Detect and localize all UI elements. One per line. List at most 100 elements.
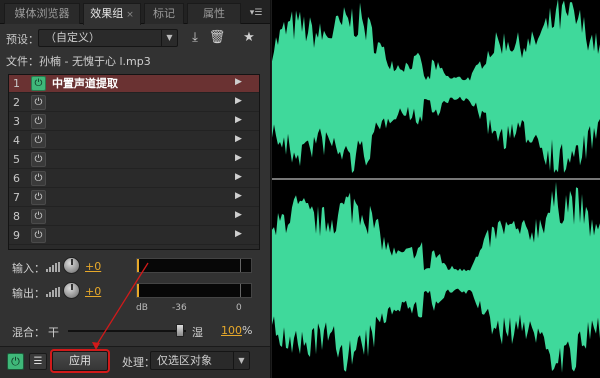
effect-slot[interactable]: 3 ⏻ ▶: [9, 113, 259, 131]
panel-tab-bar: 媒体浏览器 效果组 × 标记 属性 ▾☰: [0, 0, 270, 25]
meter-scale: dB -36 0: [136, 303, 252, 315]
tab-properties[interactable]: 属性: [187, 3, 241, 24]
mix-value[interactable]: 100: [221, 324, 242, 337]
effect-slot[interactable]: 7 ⏻ ▶: [9, 189, 259, 207]
slot-effect-name[interactable]: [52, 190, 232, 206]
power-icon[interactable]: ⏻: [31, 76, 46, 91]
slot-number: 7: [13, 191, 20, 204]
dry-label: 干: [48, 326, 59, 339]
play-arrow-icon[interactable]: ▶: [235, 210, 245, 220]
mix-percent-sign: %: [242, 324, 253, 337]
slot-effect-name[interactable]: [52, 209, 232, 225]
tab-markers-label: 标记: [153, 7, 175, 20]
level-bars-icon: [46, 262, 60, 272]
play-arrow-icon[interactable]: ▶: [235, 191, 245, 201]
preset-row: 预设： （自定义） ▼ ⤓ 🗑 ★: [0, 26, 270, 50]
slot-number: 8: [13, 210, 20, 223]
effect-slot[interactable]: 9 ⏻ ▶: [9, 227, 259, 245]
mix-slider-track[interactable]: [68, 330, 186, 332]
waveform-channel: [272, 0, 600, 173]
trash-icon[interactable]: 🗑: [208, 30, 226, 46]
slot-number: 4: [13, 134, 20, 147]
wet-label: 湿: [192, 326, 203, 339]
play-arrow-icon[interactable]: ▶: [235, 134, 245, 144]
power-icon[interactable]: ⏻: [31, 190, 46, 205]
slot-effect-name[interactable]: [52, 114, 232, 130]
slot-effect-name[interactable]: [52, 171, 232, 187]
input-gain-value[interactable]: +0: [85, 260, 101, 273]
apply-button[interactable]: 应用: [50, 349, 110, 373]
process-value: 仅选区对象: [157, 354, 212, 367]
play-arrow-icon[interactable]: ▶: [235, 77, 245, 87]
tab-markers[interactable]: 标记: [144, 3, 184, 24]
close-icon[interactable]: ×: [126, 10, 134, 20]
play-arrow-icon[interactable]: ▶: [235, 96, 245, 106]
effect-slot-list: 1 ⏻ 中置声道提取 ▶ 2 ⏻ ▶ 3 ⏻ ▶ 4 ⏻ ▶ 5 ⏻ ▶ 6 ⏻…: [8, 74, 260, 250]
input-label: 输入：: [12, 262, 45, 275]
chevron-down-icon: ▼: [233, 352, 249, 369]
effect-slot[interactable]: 4 ⏻ ▶: [9, 132, 259, 150]
effect-slot[interactable]: 6 ⏻ ▶: [9, 170, 259, 188]
waveform-display[interactable]: [272, 0, 600, 378]
tab-effects-rack[interactable]: 效果组 ×: [83, 3, 141, 25]
tab-media-browser-label: 媒体浏览器: [14, 7, 70, 20]
channel-divider: [272, 178, 600, 180]
slot-effect-name[interactable]: 中置声道提取: [52, 76, 232, 92]
preset-value: （自定义）: [45, 31, 100, 44]
preset-label: 预设：: [6, 33, 39, 46]
slot-number: 6: [13, 172, 20, 185]
slot-number: 1: [13, 77, 20, 90]
star-icon[interactable]: ★: [240, 30, 258, 46]
slot-effect-name[interactable]: [52, 133, 232, 149]
mix-label: 混合：: [12, 326, 45, 339]
output-level-meter: [136, 283, 252, 298]
slot-effect-name[interactable]: [52, 95, 232, 111]
output-gain-knob[interactable]: [63, 282, 80, 299]
input-level-row: 输入： +0: [0, 254, 270, 278]
effect-slot[interactable]: 5 ⏻ ▶: [9, 151, 259, 169]
chevron-down-icon: ▼: [161, 30, 177, 46]
output-gain-value[interactable]: +0: [85, 285, 101, 298]
master-power-icon[interactable]: ⏻: [7, 353, 24, 370]
process-dropdown[interactable]: 仅选区对象 ▼: [150, 351, 250, 370]
slot-number: 9: [13, 229, 20, 242]
effect-slot[interactable]: 2 ⏻ ▶: [9, 94, 259, 112]
mix-row: 混合： 干 湿 100 %: [0, 318, 270, 342]
panel-menu-icon[interactable]: ▾☰: [244, 4, 268, 22]
play-arrow-icon[interactable]: ▶: [235, 229, 245, 239]
list-icon[interactable]: ☰: [29, 353, 47, 370]
meter-scale-max: 0: [236, 303, 242, 313]
slot-number: 5: [13, 153, 20, 166]
play-arrow-icon[interactable]: ▶: [235, 115, 245, 125]
waveform-channel: [272, 181, 600, 373]
effect-slot[interactable]: 8 ⏻ ▶: [9, 208, 259, 226]
slot-number: 3: [13, 115, 20, 128]
save-preset-icon[interactable]: ⤓: [186, 30, 204, 46]
tab-properties-label: 属性: [203, 7, 225, 20]
power-icon[interactable]: ⏻: [31, 133, 46, 148]
input-gain-knob[interactable]: [63, 257, 80, 274]
output-level-row: 输出： +0: [0, 279, 270, 303]
play-arrow-icon[interactable]: ▶: [235, 172, 245, 182]
file-name: 文件：孙楠 - 无愧于心 l.mp3: [6, 55, 151, 68]
output-label: 输出：: [12, 287, 45, 300]
power-icon[interactable]: ⏻: [31, 152, 46, 167]
preset-dropdown[interactable]: （自定义） ▼: [38, 29, 178, 47]
meter-scale-mid: -36: [172, 303, 187, 313]
waveform-graph: [272, 0, 600, 373]
bottom-bar: ⏻ ☰ 应用 处理： 仅选区对象 ▼: [0, 346, 270, 378]
power-icon[interactable]: ⏻: [31, 171, 46, 186]
slot-effect-name[interactable]: [52, 228, 232, 244]
power-icon[interactable]: ⏻: [31, 95, 46, 110]
play-arrow-icon[interactable]: ▶: [235, 153, 245, 163]
effects-rack-panel: 媒体浏览器 效果组 × 标记 属性 ▾☰ 预设： （自定义） ▼ ⤓ 🗑 ★ 文件…: [0, 0, 271, 378]
power-icon[interactable]: ⏻: [31, 209, 46, 224]
mix-slider-thumb[interactable]: [176, 324, 184, 337]
power-icon[interactable]: ⏻: [31, 114, 46, 129]
power-icon[interactable]: ⏻: [31, 228, 46, 243]
tab-media-browser[interactable]: 媒体浏览器: [4, 3, 80, 24]
slot-effect-name[interactable]: [52, 152, 232, 168]
level-bars-icon: [46, 287, 60, 297]
effect-slot[interactable]: 1 ⏻ 中置声道提取 ▶: [9, 75, 259, 93]
meter-scale-unit: dB: [136, 303, 148, 313]
